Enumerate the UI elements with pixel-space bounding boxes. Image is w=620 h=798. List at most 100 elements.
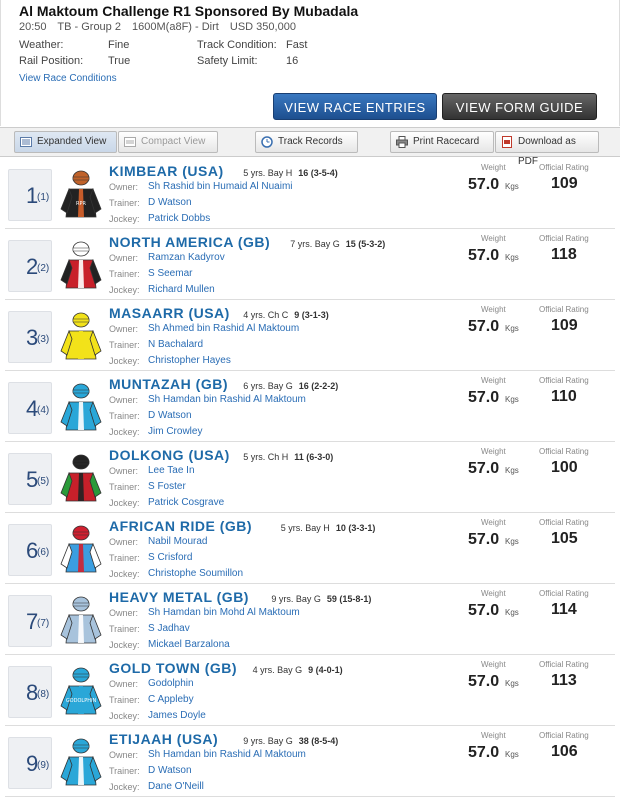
saddle-number-box: 3 (3)	[8, 311, 52, 363]
owner-link[interactable]: Ramzan Kadyrov	[148, 252, 225, 263]
horse-name[interactable]: ETIJAAH (USA)	[109, 731, 218, 747]
weight-value: 57.0	[468, 602, 500, 619]
horse-name[interactable]: GOLD TOWN (GB)	[109, 660, 237, 676]
jockey-link[interactable]: Christopher Hayes	[148, 355, 231, 366]
jockey-label: Jockey:	[109, 356, 140, 366]
owner-link[interactable]: Sh Ahmed bin Rashid Al Maktoum	[148, 323, 299, 334]
owner-link[interactable]: Sh Hamdan bin Rashid Al Maktoum	[148, 749, 306, 760]
race-title: Al Maktoum Challenge R1 Sponsored By Mub…	[19, 3, 359, 19]
owner-link[interactable]: Sh Hamdan bin Rashid Al Maktoum	[148, 394, 306, 405]
jockey-label: Jockey:	[109, 285, 140, 295]
trainer-link[interactable]: D Watson	[148, 765, 192, 776]
horse-details: 9 yrs. Bay G 59 (15-8-1)	[271, 594, 371, 604]
saddle-number-box: 2 (2)	[8, 240, 52, 292]
jockey-link[interactable]: Patrick Dobbs	[148, 213, 210, 224]
jockey-link[interactable]: James Doyle	[148, 710, 206, 721]
owner-link[interactable]: Godolphin	[148, 678, 194, 689]
pdf-icon	[502, 136, 512, 148]
horse-name[interactable]: MASAARR (USA)	[109, 305, 230, 321]
jockey-link[interactable]: Patrick Cosgrave	[148, 497, 224, 508]
rail-value: True	[108, 55, 131, 67]
owner-label: Owner:	[109, 466, 139, 476]
trainer-label: Trainer:	[109, 695, 140, 705]
compact-view-button[interactable]: Compact View	[118, 131, 218, 153]
svg-text:RPR: RPR	[76, 201, 86, 207]
horse-record: 9 (3-1-3)	[294, 310, 329, 320]
trainer-link[interactable]: N Bachalard	[148, 339, 203, 350]
horse-name[interactable]: AFRICAN RIDE (GB)	[109, 518, 252, 534]
jockey-link[interactable]: Jim Crowley	[148, 426, 202, 437]
svg-text:GODOLPHIN: GODOLPHIN	[66, 698, 97, 704]
horse-age-sex: 9 yrs. Bay G	[243, 736, 293, 746]
download-pdf-button[interactable]: Download as PDF	[495, 131, 599, 167]
jockey-label: Jockey:	[109, 640, 140, 650]
trainer-link[interactable]: S Seemar	[148, 268, 192, 279]
owner-label: Owner:	[109, 750, 139, 760]
jockey-link[interactable]: Christophe Soumillon	[148, 568, 243, 579]
draw-number: (5)	[37, 476, 50, 487]
runner-row: 3 (3) MASAARR (USA) 4 yrs. Ch C 9 (3-1-3)…	[5, 301, 615, 371]
weight-value: 57.0	[468, 531, 500, 548]
horse-age-sex: 5 yrs. Bay H	[280, 523, 330, 533]
weight-value: 57.0	[468, 389, 500, 406]
jockey-link[interactable]: Mickael Barzalona	[148, 639, 230, 650]
jockey-label: Jockey:	[109, 498, 140, 508]
horse-name[interactable]: DOLKONG (USA)	[109, 447, 230, 463]
rail-label: Rail Position:	[19, 55, 84, 67]
saddle-number-box: 1 (1)	[8, 169, 52, 221]
horse-name[interactable]: MUNTAZAH (GB)	[109, 376, 228, 392]
expanded-list-icon	[20, 137, 32, 147]
trainer-label: Trainer:	[109, 411, 140, 421]
rating-label: Official Rating	[539, 660, 589, 669]
rating-label: Official Rating	[539, 731, 589, 740]
trainer-link[interactable]: S Jadhav	[148, 623, 190, 634]
weight-label: Weight	[481, 518, 506, 527]
jockey-link[interactable]: Dane O'Neill	[148, 781, 204, 792]
weight-unit: Kgs	[505, 750, 519, 759]
print-racecard-button[interactable]: Print Racecard	[390, 131, 494, 153]
trainer-label: Trainer:	[109, 482, 140, 492]
owner-link[interactable]: Sh Hamdan bin Mohd Al Maktoum	[148, 607, 300, 618]
trainer-link[interactable]: D Watson	[148, 197, 192, 208]
view-race-entries-button[interactable]: VIEW RACE ENTRIES	[273, 93, 437, 120]
weight-unit: Kgs	[505, 395, 519, 404]
weight-value: 57.0	[468, 247, 500, 264]
weight-unit: Kgs	[505, 182, 519, 191]
trainer-link[interactable]: D Watson	[148, 410, 192, 421]
owner-link[interactable]: Nabil Mourad	[148, 536, 207, 547]
horse-age-sex: 4 yrs. Bay G	[252, 665, 303, 675]
draw-number: (6)	[37, 547, 50, 558]
jockey-label: Jockey:	[109, 711, 140, 721]
weather-label: Weather:	[19, 39, 64, 51]
weight-label: Weight	[481, 163, 506, 172]
draw-number: (9)	[37, 760, 50, 771]
horse-name[interactable]: HEAVY METAL (GB)	[109, 589, 249, 605]
rating-label: Official Rating	[539, 518, 589, 527]
owner-link[interactable]: Lee Tae In	[148, 465, 195, 476]
draw-number: (4)	[37, 405, 50, 416]
track-records-label: Track Records	[278, 136, 343, 147]
view-race-conditions-link[interactable]: View Race Conditions	[19, 73, 117, 84]
horse-details: 7 yrs. Bay G 15 (5-3-2)	[290, 239, 385, 249]
trainer-link[interactable]: S Foster	[148, 481, 186, 492]
owner-label: Owner:	[109, 537, 139, 547]
owner-label: Owner:	[109, 395, 139, 405]
jockey-label: Jockey:	[109, 782, 140, 792]
trainer-label: Trainer:	[109, 198, 140, 208]
jockey-link[interactable]: Richard Mullen	[148, 284, 215, 295]
view-form-guide-button[interactable]: VIEW FORM GUIDE	[442, 93, 597, 120]
trainer-link[interactable]: C Appleby	[148, 694, 194, 705]
jockey-label: Jockey:	[109, 569, 140, 579]
draw-number: (2)	[37, 263, 50, 274]
horse-record: 15 (5-3-2)	[345, 239, 386, 249]
track-records-button[interactable]: Track Records	[255, 131, 358, 153]
owner-label: Owner:	[109, 253, 139, 263]
saddle-number-box: 6 (6)	[8, 524, 52, 576]
horse-name[interactable]: NORTH AMERICA (GB)	[109, 234, 270, 250]
owner-link[interactable]: Sh Rashid bin Humaid Al Nuaimi	[148, 181, 293, 192]
trainer-link[interactable]: S Crisford	[148, 552, 192, 563]
weight-unit: Kgs	[505, 608, 519, 617]
print-racecard-label: Print Racecard	[413, 136, 480, 147]
expanded-view-button[interactable]: Expanded View	[14, 131, 117, 153]
horse-name[interactable]: KIMBEAR (USA)	[109, 163, 224, 179]
